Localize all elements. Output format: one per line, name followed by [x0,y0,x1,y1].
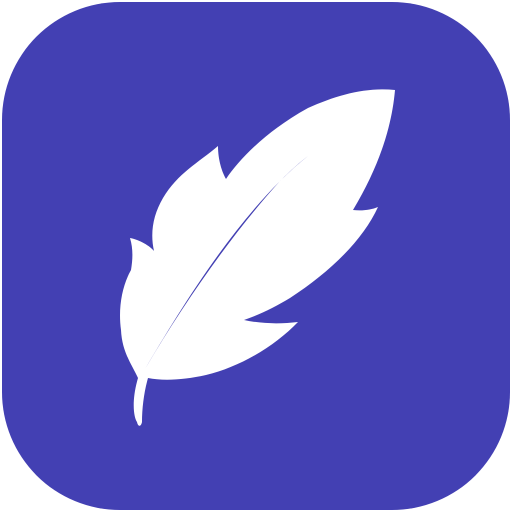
app-icon-graphic [2,2,510,510]
app-icon[interactable] [0,0,512,512]
